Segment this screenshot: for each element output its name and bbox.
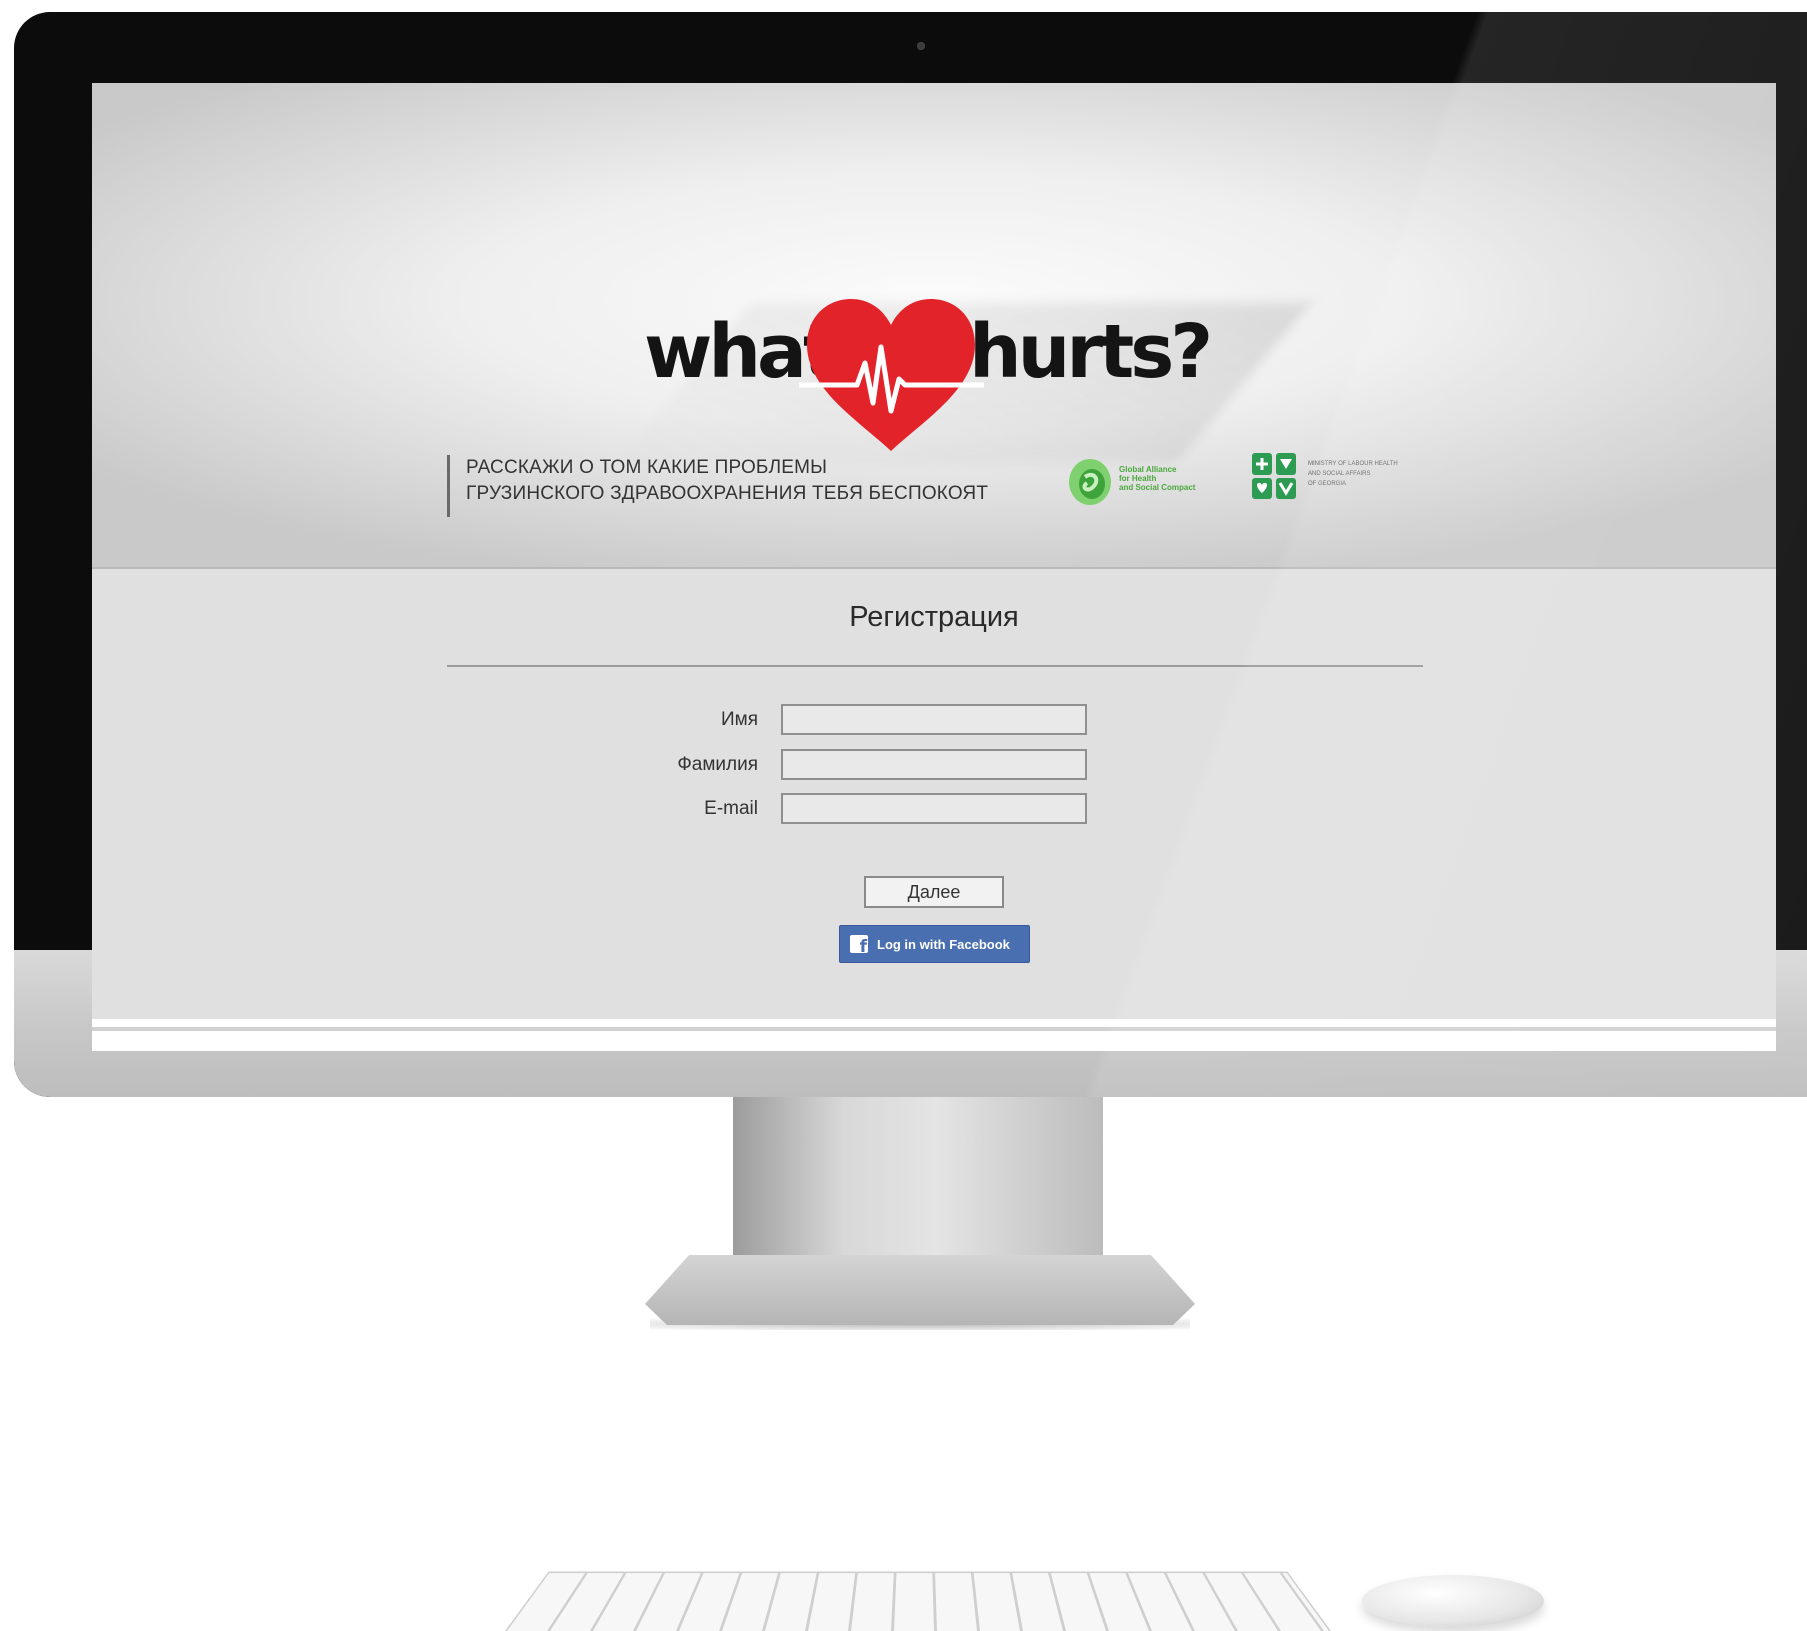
alliance-line-3: and Social Compact: [1119, 483, 1196, 492]
first-name-input[interactable]: [781, 704, 1087, 735]
registration-form: Регистрация Имя Фамилия E-mail Далее f L…: [92, 569, 1776, 1019]
logo-word-right: hurts?: [969, 309, 1213, 395]
alliance-line-2: for Health: [1119, 474, 1157, 483]
divider: [447, 665, 1423, 667]
partner-global-alliance[interactable]: Global Alliance for Health and Social Co…: [1067, 457, 1267, 513]
monitor-stand-base: [645, 1255, 1195, 1325]
first-name-label: Имя: [720, 709, 758, 730]
monitor: what hurts? РАССКАЖИ О ТОМ КАКИЕ ПРОБЛЕМ…: [14, 12, 1807, 1097]
facebook-login-label: Log in with Facebook: [877, 936, 1010, 952]
ministry-emblem-icon: [1252, 453, 1296, 499]
tagline-line-1: РАССКАЖИ О ТОМ КАКИЕ ПРОБЛЕМЫ: [466, 457, 828, 478]
heart-heartbeat-icon: [799, 299, 984, 451]
ministry-line-1: MINISTRY OF LABOUR HEALTH: [1308, 461, 1398, 467]
last-name-label: Фамилия: [677, 754, 758, 775]
email-label: E-mail: [704, 798, 758, 819]
mouse: [1362, 1575, 1544, 1627]
page-footer-strip: [92, 1027, 1776, 1051]
partner-ministry[interactable]: MINISTRY OF LABOUR HEALTH AND SOCIAL AFF…: [1250, 451, 1450, 507]
page-header: what hurts? РАССКАЖИ О ТОМ КАКИЕ ПРОБЛЕМ…: [92, 83, 1776, 569]
last-name-input[interactable]: [781, 749, 1087, 780]
next-button[interactable]: Далее: [864, 876, 1004, 908]
site-logo[interactable]: what hurts?: [616, 223, 1344, 463]
facebook-login-button[interactable]: f Log in with Facebook: [839, 925, 1030, 963]
camera-icon: [917, 42, 925, 50]
global-alliance-logo-icon: [1069, 459, 1111, 505]
ministry-line-2: AND SOCIAL AFFAIRS: [1308, 471, 1371, 477]
screen: what hurts? РАССКАЖИ О ТОМ КАКИЕ ПРОБЛЕМ…: [92, 83, 1776, 1051]
email-input[interactable]: [781, 793, 1087, 824]
alliance-line-1: Global Alliance: [1119, 465, 1177, 474]
facebook-icon: f: [850, 935, 868, 956]
tagline-line-2: ГРУЗИНСКОГО ЗДРАВООХРАНЕНИЯ ТЕБЯ БЕСПОКО…: [466, 483, 989, 504]
keyboard: [505, 1571, 1331, 1631]
tagline: РАССКАЖИ О ТОМ КАКИЕ ПРОБЛЕМЫ ГРУЗИНСКОГ…: [447, 455, 988, 517]
form-title: Регистрация: [849, 601, 1019, 633]
ministry-line-3: OF GEORGIA: [1308, 481, 1347, 487]
